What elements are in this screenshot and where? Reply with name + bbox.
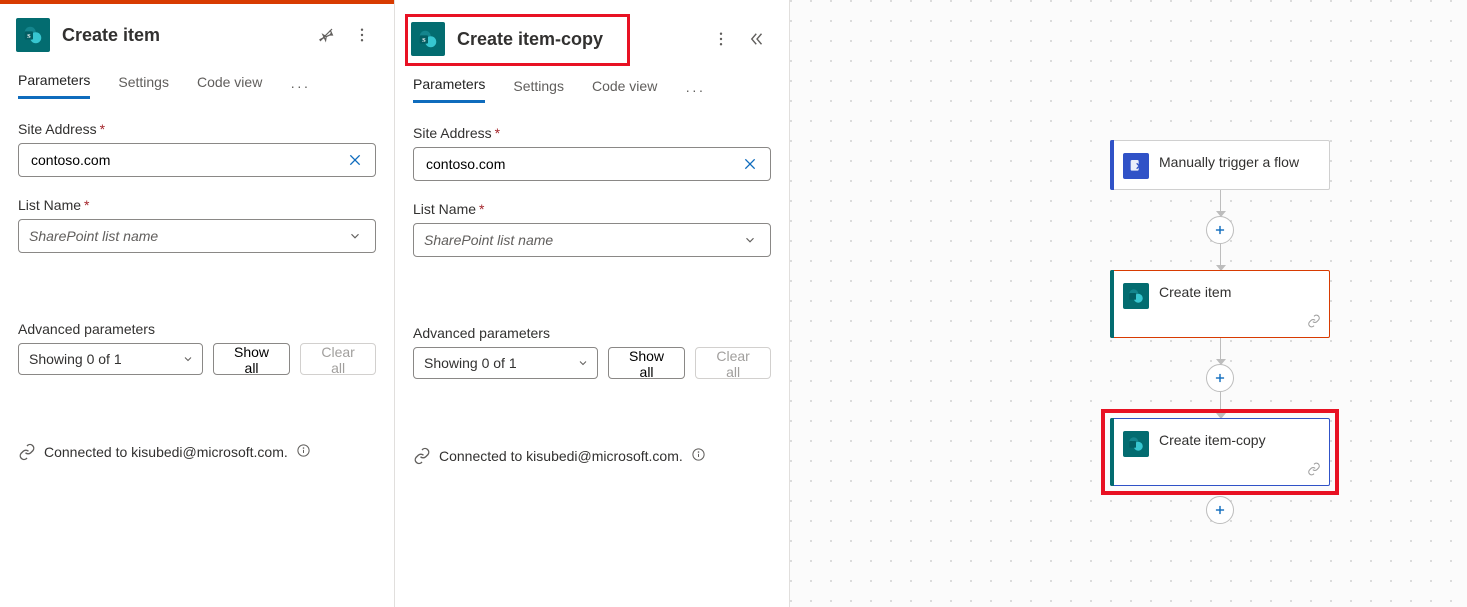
- advanced-parameters-label: Advanced parameters: [413, 325, 771, 341]
- advanced-parameters-select[interactable]: Showing 0 of 1: [413, 347, 598, 379]
- connector: [1220, 392, 1221, 418]
- tab-parameters[interactable]: Parameters: [18, 72, 90, 99]
- clear-all-button: Clear all: [300, 343, 376, 375]
- connection-row: Connected to kisubedi@microsoft.com.: [0, 443, 394, 479]
- required-marker: *: [84, 197, 89, 213]
- required-marker: *: [495, 125, 500, 141]
- tab-code-view[interactable]: Code view: [592, 78, 657, 102]
- clear-icon[interactable]: [736, 150, 764, 178]
- clear-all-button: Clear all: [695, 347, 771, 379]
- connected-to-text: Connected to kisubedi@microsoft.com.: [439, 448, 683, 464]
- flow-node-trigger[interactable]: Manually trigger a flow: [1110, 140, 1330, 190]
- sharepoint-icon: S: [411, 22, 445, 56]
- link-icon: [1307, 462, 1321, 479]
- site-address-input[interactable]: [29, 151, 341, 169]
- list-name-label: List Name*: [413, 201, 771, 217]
- node-title: Manually trigger a flow: [1159, 153, 1299, 172]
- add-step-button[interactable]: [1206, 216, 1234, 244]
- list-name-placeholder: SharePoint list name: [29, 228, 158, 244]
- connector: [1220, 338, 1221, 364]
- required-marker: *: [479, 201, 484, 217]
- connector: [1220, 190, 1221, 216]
- site-address-label: Site Address*: [413, 125, 771, 141]
- info-icon[interactable]: [296, 443, 311, 461]
- chevron-down-icon: [577, 357, 589, 369]
- svg-text:S: S: [27, 33, 31, 40]
- node-title: Create item: [1159, 283, 1231, 302]
- flow-node-create-item[interactable]: Create item: [1110, 270, 1330, 338]
- svg-text:S: S: [422, 37, 426, 44]
- list-name-select[interactable]: SharePoint list name: [413, 223, 771, 257]
- advanced-parameters-select[interactable]: Showing 0 of 1: [18, 343, 203, 375]
- chevron-down-icon: [182, 353, 194, 365]
- collapse-icon[interactable]: [741, 23, 773, 55]
- site-address-input-wrap: [413, 147, 771, 181]
- chevron-down-icon: [341, 222, 369, 250]
- add-step-button[interactable]: [1206, 364, 1234, 392]
- link-icon: [18, 443, 36, 461]
- site-address-label-text: Site Address: [413, 125, 492, 141]
- tab-settings[interactable]: Settings: [513, 78, 564, 102]
- unpin-icon[interactable]: [310, 19, 342, 51]
- more-icon[interactable]: [705, 23, 737, 55]
- site-address-input[interactable]: [424, 155, 736, 173]
- sharepoint-icon: [1123, 283, 1149, 309]
- add-step-button[interactable]: [1206, 496, 1234, 524]
- chevron-down-icon: [736, 226, 764, 254]
- show-all-button[interactable]: Show all: [608, 347, 685, 379]
- panel-create-item-copy: S Create item-copy Parameters Settings C…: [395, 0, 790, 607]
- list-name-label-text: List Name: [18, 197, 81, 213]
- connection-row: Connected to kisubedi@microsoft.com.: [395, 447, 789, 483]
- site-address-label-text: Site Address: [18, 121, 97, 137]
- clear-icon[interactable]: [341, 146, 369, 174]
- flow-node-create-item-copy[interactable]: Create item-copy: [1110, 418, 1330, 486]
- info-icon[interactable]: [691, 447, 706, 465]
- link-icon: [1307, 314, 1321, 331]
- site-address-label: Site Address*: [18, 121, 376, 137]
- tabs: Parameters Settings Code view ···: [0, 64, 394, 99]
- tabs: Parameters Settings Code view ···: [395, 68, 789, 103]
- connector: [1220, 244, 1221, 270]
- sharepoint-icon: [1123, 431, 1149, 457]
- connected-to-text: Connected to kisubedi@microsoft.com.: [44, 444, 288, 460]
- tab-code-view[interactable]: Code view: [197, 74, 262, 98]
- list-name-label: List Name*: [18, 197, 376, 213]
- more-icon[interactable]: [346, 19, 378, 51]
- list-name-placeholder: SharePoint list name: [424, 232, 553, 248]
- sharepoint-icon: S: [16, 18, 50, 52]
- trigger-icon: [1123, 153, 1149, 179]
- required-marker: *: [100, 121, 105, 137]
- panel-header: S Create item: [0, 4, 394, 64]
- list-name-select[interactable]: SharePoint list name: [18, 219, 376, 253]
- link-icon: [413, 447, 431, 465]
- site-address-input-wrap: [18, 143, 376, 177]
- list-name-label-text: List Name: [413, 201, 476, 217]
- show-all-button[interactable]: Show all: [213, 343, 290, 375]
- node-title: Create item-copy: [1159, 431, 1266, 450]
- tabs-overflow-icon[interactable]: ···: [290, 78, 310, 94]
- flow-canvas[interactable]: Manually trigger a flow Create item: [790, 0, 1467, 607]
- panel-create-item: S Create item Parameters Settings Code v…: [0, 0, 395, 607]
- panel-header: S Create item-copy: [395, 0, 789, 68]
- tabs-overflow-icon[interactable]: ···: [685, 82, 705, 98]
- advanced-parameters-text: Showing 0 of 1: [29, 351, 122, 367]
- advanced-parameters-label: Advanced parameters: [18, 321, 376, 337]
- panel-title: Create item-copy: [457, 29, 693, 50]
- tab-settings[interactable]: Settings: [118, 74, 169, 98]
- advanced-parameters-text: Showing 0 of 1: [424, 355, 517, 371]
- tab-parameters[interactable]: Parameters: [413, 76, 485, 103]
- panel-title: Create item: [62, 25, 298, 46]
